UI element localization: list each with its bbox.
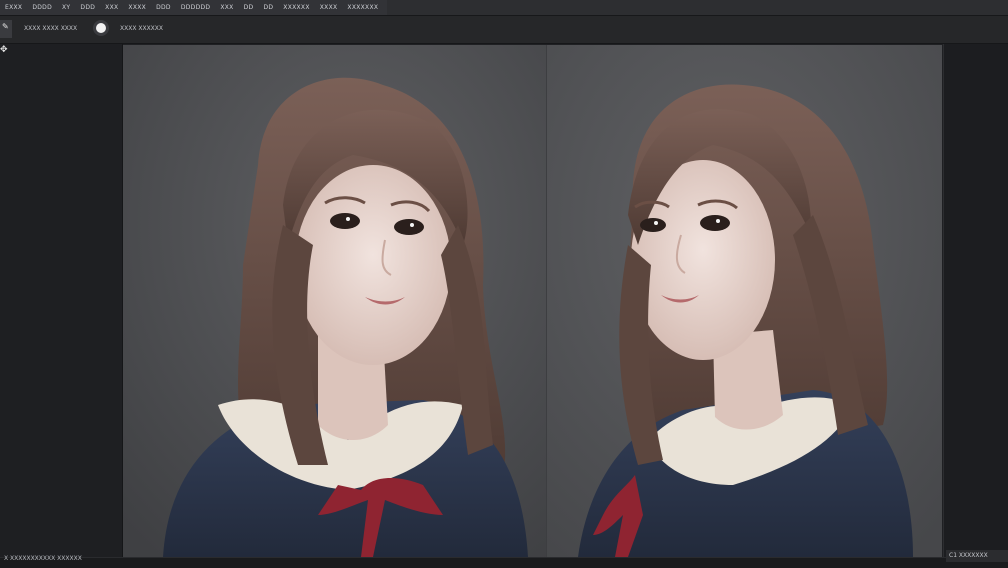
- status-zoom[interactable]: C1 XXXXXXX: [946, 550, 1008, 562]
- canvas-image: [123, 45, 942, 557]
- status-bar: [0, 557, 1008, 568]
- menu-item[interactable]: DDD: [151, 0, 176, 15]
- menu-strip: EXXX DDDD XY DDD XXX XXXX DDD DDDDDD XXX DD DD XXXX…: [0, 0, 388, 15]
- menu-bar-empty: [387, 0, 1008, 15]
- status-info: X XXXXXXXXXXX XXXXXX: [4, 555, 82, 562]
- move-tool-icon[interactable]: ✥: [0, 45, 8, 55]
- menu-item[interactable]: DDD: [75, 0, 100, 15]
- brush-preview-icon[interactable]: [96, 23, 106, 33]
- brush-settings-label[interactable]: XXXX XXXXXX: [120, 25, 163, 32]
- brush-tool-icon: ✎: [2, 22, 9, 31]
- menu-item[interactable]: XXXXXX: [278, 0, 314, 15]
- menu-item[interactable]: DDDDDD: [176, 0, 216, 15]
- document-canvas[interactable]: [123, 45, 942, 557]
- right-panel: [943, 44, 1008, 557]
- menu-item[interactable]: DDDD: [27, 0, 57, 15]
- tool-options-label[interactable]: XXXX XXXX XXXX: [24, 25, 77, 32]
- tool-preset-button[interactable]: ✎: [0, 20, 12, 38]
- menu-bar: EXXX DDDD XY DDD XXX XXXX DDD DDDDDD XXX DD DD XXXX…: [0, 0, 1008, 16]
- menu-item[interactable]: XXX: [215, 0, 238, 15]
- menu-item[interactable]: XY: [57, 0, 75, 15]
- menu-item[interactable]: XXXX: [123, 0, 151, 15]
- menu-item[interactable]: XXXX: [315, 0, 343, 15]
- menu-item[interactable]: EXXX: [0, 0, 27, 15]
- menu-item[interactable]: DD: [258, 0, 278, 15]
- menu-item[interactable]: DD: [239, 0, 259, 15]
- menu-item[interactable]: XXXXXXX: [342, 0, 383, 15]
- menu-item[interactable]: XXX: [100, 0, 123, 15]
- comparison-divider[interactable]: [546, 45, 547, 557]
- toolbox-panel: [0, 44, 123, 557]
